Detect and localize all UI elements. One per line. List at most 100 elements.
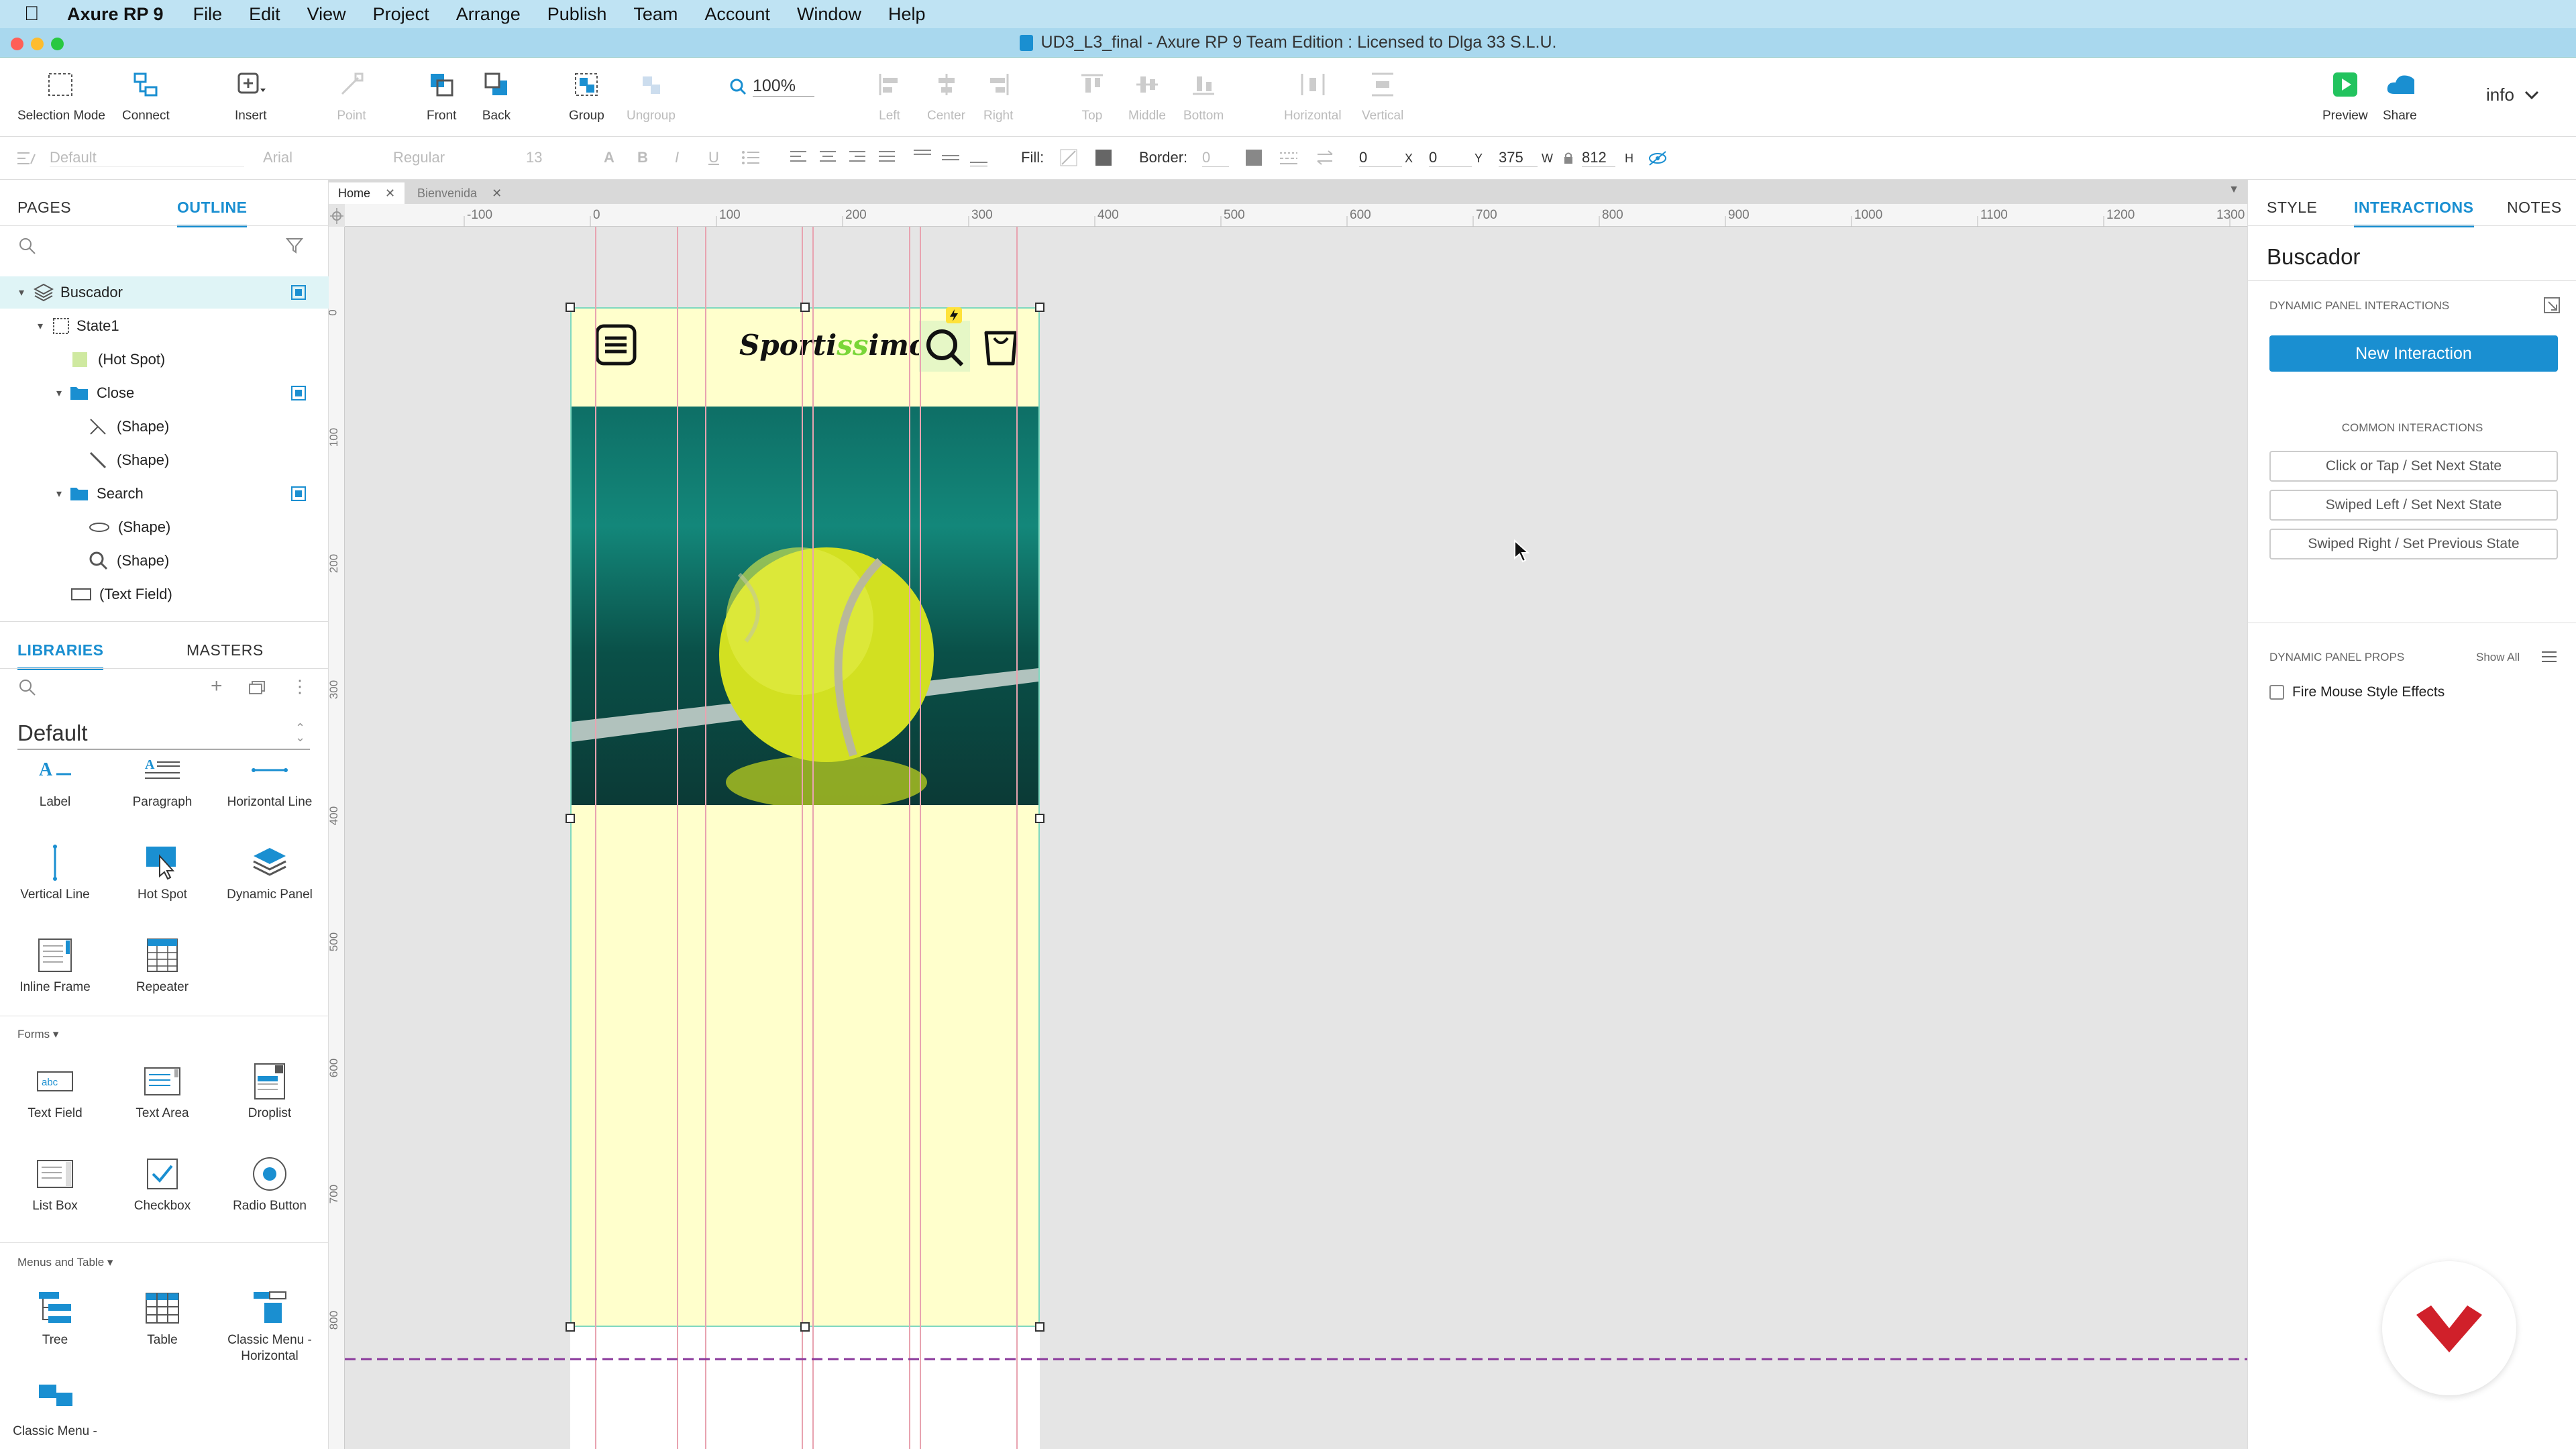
close-icon[interactable]: ✕ bbox=[492, 186, 502, 201]
font-color-icon[interactable]: A bbox=[604, 149, 614, 166]
list-icon[interactable] bbox=[741, 149, 761, 166]
visibility-icon[interactable] bbox=[291, 486, 306, 501]
tab-interactions[interactable]: INTERACTIONS bbox=[2354, 199, 2474, 227]
distribute-vertical-button[interactable]: Vertical bbox=[1362, 70, 1403, 123]
border-style-icon[interactable] bbox=[1279, 149, 1299, 166]
height-input[interactable]: 812 bbox=[1582, 149, 1615, 167]
style-select[interactable]: Default bbox=[50, 149, 244, 167]
widget-name[interactable]: Buscador bbox=[2267, 244, 2360, 270]
fill-color-swatch[interactable] bbox=[1060, 149, 1077, 166]
library-search-icon[interactable] bbox=[17, 678, 38, 698]
connect-button[interactable]: Connect bbox=[122, 70, 170, 123]
text-align-icons[interactable] bbox=[789, 149, 896, 166]
collapse-icon[interactable]: ▾ bbox=[56, 487, 62, 500]
canvas-area[interactable]: Home ✕ Bienvenida ✕ ▼ -100 0 100 200 300… bbox=[329, 180, 2247, 1449]
menu-account[interactable]: Account bbox=[704, 4, 770, 25]
tab-bienvenida[interactable]: Bienvenida ✕ bbox=[408, 182, 511, 204]
library-item-table[interactable]: Table bbox=[109, 1289, 216, 1348]
menu-lines-icon[interactable] bbox=[2540, 649, 2558, 664]
tab-libraries[interactable]: LIBRARIES bbox=[17, 641, 104, 670]
fill-image-icon[interactable] bbox=[1095, 149, 1112, 166]
swiped-right-button[interactable]: Swiped Right / Set Previous State bbox=[2269, 529, 2558, 559]
tab-pages[interactable]: PAGES bbox=[17, 199, 71, 217]
library-item-inline-frame[interactable]: Inline Frame bbox=[1, 936, 109, 996]
library-item-paragraph[interactable]: A Paragraph bbox=[109, 751, 216, 810]
menu-arrange[interactable]: Arrange bbox=[456, 4, 521, 25]
back-button[interactable]: Back bbox=[482, 70, 511, 123]
outline-item-hotspot[interactable]: (Hot Spot) bbox=[0, 343, 329, 376]
width-input[interactable]: 375 bbox=[1499, 149, 1538, 167]
outline-item-state1[interactable]: ▾ State1 bbox=[0, 310, 329, 342]
border-color-swatch[interactable] bbox=[1245, 149, 1263, 166]
tab-masters[interactable]: MASTERS bbox=[186, 641, 264, 659]
library-item-horizontal-line[interactable]: Horizontal Line bbox=[216, 751, 323, 810]
search-icon[interactable] bbox=[17, 236, 38, 256]
library-item-tree[interactable]: Tree bbox=[1, 1289, 109, 1348]
zoom-control[interactable]: 100% bbox=[729, 76, 814, 97]
menu-help[interactable]: Help bbox=[888, 4, 926, 25]
click-set-next-state-button[interactable]: Click or Tap / Set Next State bbox=[2269, 451, 2558, 482]
tab-style[interactable]: STYLE bbox=[2267, 199, 2317, 217]
outline-item-close[interactable]: ▾ Close bbox=[0, 377, 329, 409]
align-bottom-button[interactable]: Bottom bbox=[1183, 70, 1224, 123]
point-button[interactable]: Point bbox=[337, 70, 366, 123]
library-item-checkbox[interactable]: Checkbox bbox=[109, 1155, 216, 1214]
visibility-icon[interactable] bbox=[291, 386, 306, 400]
library-name[interactable]: Default bbox=[17, 720, 88, 746]
add-library-icon[interactable]: + bbox=[211, 675, 223, 698]
share-button[interactable]: Share bbox=[2383, 70, 2417, 123]
app-menu[interactable]: Axure RP 9 bbox=[67, 4, 164, 25]
library-item-dynamic-panel[interactable]: Dynamic Panel bbox=[216, 844, 323, 903]
outline-item-shape[interactable]: (Shape) bbox=[0, 545, 329, 577]
library-item-hot-spot[interactable]: Hot Spot bbox=[109, 844, 216, 903]
align-center-button[interactable]: Center bbox=[927, 70, 965, 123]
show-all-link[interactable]: Show All bbox=[2476, 651, 2520, 664]
expand-icon[interactable] bbox=[2543, 297, 2562, 315]
align-left-button[interactable]: Left bbox=[875, 70, 904, 123]
fire-mouse-style-checkbox[interactable]: Fire Mouse Style Effects bbox=[2269, 684, 2445, 700]
account-menu[interactable]: info bbox=[2486, 85, 2540, 105]
menu-publish[interactable]: Publish bbox=[547, 4, 607, 25]
menu-project[interactable]: Project bbox=[373, 4, 429, 25]
align-middle-button[interactable]: Middle bbox=[1128, 70, 1166, 123]
hidden-eye-icon[interactable] bbox=[1648, 150, 1668, 166]
selection-mode-button[interactable]: Selection Mode bbox=[17, 70, 105, 123]
library-item-vertical-line[interactable]: Vertical Line bbox=[1, 844, 109, 903]
collapse-icon[interactable]: ▾ bbox=[19, 286, 24, 299]
font-size-select[interactable]: 13 bbox=[526, 149, 573, 166]
library-item-label[interactable]: A Label bbox=[1, 751, 109, 810]
menu-view[interactable]: View bbox=[307, 4, 346, 25]
library-item-text-area[interactable]: Text Area bbox=[109, 1063, 216, 1122]
library-item-droplist[interactable]: Droplist bbox=[216, 1063, 323, 1122]
tab-outline[interactable]: OUTLINE bbox=[177, 199, 248, 227]
library-copy-icon[interactable] bbox=[248, 680, 266, 695]
outline-item-shape[interactable]: (Shape) bbox=[0, 511, 329, 543]
library-item-radio-button[interactable]: Radio Button bbox=[216, 1155, 323, 1214]
menu-file[interactable]: File bbox=[193, 4, 223, 25]
library-item-classic-menu-vertical[interactable]: Classic Menu - bbox=[1, 1381, 109, 1440]
y-input[interactable]: 0 bbox=[1429, 149, 1472, 167]
ungroup-button[interactable]: Ungroup bbox=[627, 70, 676, 123]
insert-button[interactable]: Insert bbox=[235, 70, 267, 123]
visibility-icon[interactable] bbox=[291, 285, 306, 300]
collapse-icon[interactable]: ▾ bbox=[38, 319, 43, 333]
library-item-repeater[interactable]: Repeater bbox=[109, 936, 216, 996]
front-button[interactable]: Front bbox=[427, 70, 456, 123]
distribute-horizontal-button[interactable]: Horizontal bbox=[1284, 70, 1342, 123]
collapse-icon[interactable]: ▾ bbox=[56, 386, 62, 400]
menus-section-title[interactable]: Menus and Table ▾ bbox=[17, 1256, 113, 1269]
preview-button[interactable]: Preview bbox=[2322, 70, 2368, 123]
zoom-window-button[interactable] bbox=[51, 38, 64, 50]
minimize-window-button[interactable] bbox=[31, 38, 44, 50]
filter-icon[interactable] bbox=[286, 237, 306, 255]
outline-item-textfield[interactable]: (Text Field) bbox=[0, 578, 329, 610]
library-item-classic-menu-horizontal[interactable]: Classic Menu - Horizontal bbox=[216, 1289, 323, 1364]
close-window-button[interactable] bbox=[11, 38, 23, 50]
library-select-chevrons-icon[interactable]: ⌃ ⌄ bbox=[295, 722, 305, 743]
group-button[interactable]: Group bbox=[569, 70, 604, 123]
library-item-list-box[interactable]: List Box bbox=[1, 1155, 109, 1214]
ruler-origin-icon[interactable] bbox=[330, 207, 345, 225]
menu-window[interactable]: Window bbox=[797, 4, 861, 25]
bold-icon[interactable]: B bbox=[637, 149, 648, 166]
weight-select[interactable]: Regular bbox=[393, 149, 507, 166]
